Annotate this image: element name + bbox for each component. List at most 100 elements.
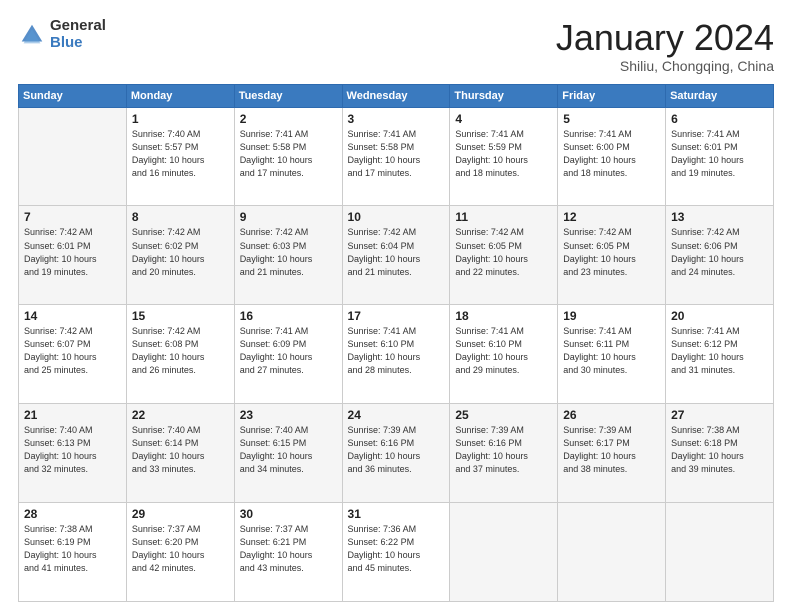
calendar-cell: 26 Sunrise: 7:39 AM Sunset: 6:17 PM Dayli… — [558, 404, 666, 503]
calendar-header-row: SundayMondayTuesdayWednesdayThursdayFrid… — [19, 84, 774, 107]
day-info: Sunrise: 7:37 AM Sunset: 6:20 PM Dayligh… — [132, 523, 229, 575]
day-info: Sunrise: 7:41 AM Sunset: 5:58 PM Dayligh… — [240, 128, 337, 180]
day-number: 14 — [24, 309, 121, 323]
calendar-cell: 17 Sunrise: 7:41 AM Sunset: 6:10 PM Dayli… — [342, 305, 450, 404]
calendar-cell — [558, 503, 666, 602]
day-number: 29 — [132, 507, 229, 521]
calendar-cell: 7 Sunrise: 7:42 AM Sunset: 6:01 PM Daylig… — [19, 206, 127, 305]
day-number: 8 — [132, 210, 229, 224]
calendar-table: SundayMondayTuesdayWednesdayThursdayFrid… — [18, 84, 774, 602]
day-number: 18 — [455, 309, 552, 323]
day-info: Sunrise: 7:40 AM Sunset: 6:14 PM Dayligh… — [132, 424, 229, 476]
calendar-header-wednesday: Wednesday — [342, 84, 450, 107]
day-number: 19 — [563, 309, 660, 323]
logo-text: General Blue — [50, 18, 106, 51]
calendar-cell — [666, 503, 774, 602]
day-number: 26 — [563, 408, 660, 422]
week-row-2: 7 Sunrise: 7:42 AM Sunset: 6:01 PM Daylig… — [19, 206, 774, 305]
day-number: 31 — [348, 507, 445, 521]
day-info: Sunrise: 7:42 AM Sunset: 6:06 PM Dayligh… — [671, 226, 768, 278]
day-number: 25 — [455, 408, 552, 422]
day-number: 5 — [563, 112, 660, 126]
logo-general: General — [50, 18, 106, 35]
day-number: 20 — [671, 309, 768, 323]
calendar-cell: 28Sunrise: 7:38 AM Sunset: 6:19 PM Dayli… — [19, 503, 127, 602]
day-number: 21 — [24, 408, 121, 422]
calendar-cell: 2 Sunrise: 7:41 AM Sunset: 5:58 PM Daylig… — [234, 107, 342, 206]
day-info: Sunrise: 7:40 AM Sunset: 6:13 PM Dayligh… — [24, 424, 121, 476]
title-month: January 2024 — [556, 18, 774, 58]
day-number: 7 — [24, 210, 121, 224]
page: General Blue January 2024 Shiliu, Chongq… — [0, 0, 792, 612]
day-info: Sunrise: 7:42 AM Sunset: 6:04 PM Dayligh… — [348, 226, 445, 278]
day-number: 6 — [671, 112, 768, 126]
day-info: Sunrise: 7:36 AM Sunset: 6:22 PM Dayligh… — [348, 523, 445, 575]
day-info: Sunrise: 7:41 AM Sunset: 6:01 PM Dayligh… — [671, 128, 768, 180]
day-number: 12 — [563, 210, 660, 224]
day-info: Sunrise: 7:40 AM Sunset: 6:15 PM Dayligh… — [240, 424, 337, 476]
day-number: 10 — [348, 210, 445, 224]
calendar-cell: 31 Sunrise: 7:36 AM Sunset: 6:22 PM Dayli… — [342, 503, 450, 602]
day-info: Sunrise: 7:41 AM Sunset: 5:58 PM Dayligh… — [348, 128, 445, 180]
day-info: Sunrise: 7:41 AM Sunset: 6:12 PM Dayligh… — [671, 325, 768, 377]
calendar-cell: 12 Sunrise: 7:42 AM Sunset: 6:05 PM Dayli… — [558, 206, 666, 305]
calendar-cell: 15 Sunrise: 7:42 AM Sunset: 6:08 PM Dayli… — [126, 305, 234, 404]
calendar-cell: 10 Sunrise: 7:42 AM Sunset: 6:04 PM Dayli… — [342, 206, 450, 305]
calendar-cell: 3Sunrise: 7:41 AM Sunset: 5:58 PM Daylig… — [342, 107, 450, 206]
logo-icon — [18, 21, 46, 49]
calendar-cell: 25 Sunrise: 7:39 AM Sunset: 6:16 PM Dayli… — [450, 404, 558, 503]
calendar-cell — [450, 503, 558, 602]
logo: General Blue — [18, 18, 106, 51]
day-number: 11 — [455, 210, 552, 224]
day-info: Sunrise: 7:41 AM Sunset: 6:09 PM Dayligh… — [240, 325, 337, 377]
day-info: Sunrise: 7:40 AM Sunset: 5:57 PM Dayligh… — [132, 128, 229, 180]
day-number: 27 — [671, 408, 768, 422]
calendar-cell: 23Sunrise: 7:40 AM Sunset: 6:15 PM Dayli… — [234, 404, 342, 503]
day-info: Sunrise: 7:42 AM Sunset: 6:07 PM Dayligh… — [24, 325, 121, 377]
header: General Blue January 2024 Shiliu, Chongq… — [18, 18, 774, 74]
calendar-cell: 14 Sunrise: 7:42 AM Sunset: 6:07 PM Dayli… — [19, 305, 127, 404]
day-info: Sunrise: 7:41 AM Sunset: 6:10 PM Dayligh… — [348, 325, 445, 377]
calendar-cell: 16Sunrise: 7:41 AM Sunset: 6:09 PM Dayli… — [234, 305, 342, 404]
day-number: 22 — [132, 408, 229, 422]
day-info: Sunrise: 7:42 AM Sunset: 6:02 PM Dayligh… — [132, 226, 229, 278]
calendar-cell: 21 Sunrise: 7:40 AM Sunset: 6:13 PM Dayli… — [19, 404, 127, 503]
title-location: Shiliu, Chongqing, China — [556, 58, 774, 74]
week-row-1: 1 Sunrise: 7:40 AM Sunset: 5:57 PM Daylig… — [19, 107, 774, 206]
calendar-cell: 4 Sunrise: 7:41 AM Sunset: 5:59 PM Daylig… — [450, 107, 558, 206]
day-number: 4 — [455, 112, 552, 126]
day-info: Sunrise: 7:37 AM Sunset: 6:21 PM Dayligh… — [240, 523, 337, 575]
calendar-cell: 13Sunrise: 7:42 AM Sunset: 6:06 PM Dayli… — [666, 206, 774, 305]
day-number: 9 — [240, 210, 337, 224]
calendar-cell: 1 Sunrise: 7:40 AM Sunset: 5:57 PM Daylig… — [126, 107, 234, 206]
day-info: Sunrise: 7:41 AM Sunset: 6:00 PM Dayligh… — [563, 128, 660, 180]
day-number: 30 — [240, 507, 337, 521]
calendar-cell: 22 Sunrise: 7:40 AM Sunset: 6:14 PM Dayli… — [126, 404, 234, 503]
day-number: 15 — [132, 309, 229, 323]
calendar-cell: 11Sunrise: 7:42 AM Sunset: 6:05 PM Dayli… — [450, 206, 558, 305]
day-info: Sunrise: 7:38 AM Sunset: 6:18 PM Dayligh… — [671, 424, 768, 476]
day-info: Sunrise: 7:39 AM Sunset: 6:17 PM Dayligh… — [563, 424, 660, 476]
calendar-header-sunday: Sunday — [19, 84, 127, 107]
calendar-header-thursday: Thursday — [450, 84, 558, 107]
day-number: 1 — [132, 112, 229, 126]
day-info: Sunrise: 7:42 AM Sunset: 6:03 PM Dayligh… — [240, 226, 337, 278]
day-number: 17 — [348, 309, 445, 323]
day-number: 2 — [240, 112, 337, 126]
calendar-header-friday: Friday — [558, 84, 666, 107]
day-number: 24 — [348, 408, 445, 422]
calendar-cell: 5 Sunrise: 7:41 AM Sunset: 6:00 PM Daylig… — [558, 107, 666, 206]
day-info: Sunrise: 7:42 AM Sunset: 6:08 PM Dayligh… — [132, 325, 229, 377]
day-number: 28 — [24, 507, 121, 521]
day-info: Sunrise: 7:42 AM Sunset: 6:01 PM Dayligh… — [24, 226, 121, 278]
day-info: Sunrise: 7:42 AM Sunset: 6:05 PM Dayligh… — [563, 226, 660, 278]
calendar-cell — [19, 107, 127, 206]
calendar-cell: 29 Sunrise: 7:37 AM Sunset: 6:20 PM Dayli… — [126, 503, 234, 602]
day-info: Sunrise: 7:41 AM Sunset: 6:11 PM Dayligh… — [563, 325, 660, 377]
day-info: Sunrise: 7:41 AM Sunset: 5:59 PM Dayligh… — [455, 128, 552, 180]
calendar-header-saturday: Saturday — [666, 84, 774, 107]
week-row-3: 14 Sunrise: 7:42 AM Sunset: 6:07 PM Dayli… — [19, 305, 774, 404]
calendar-cell: 24Sunrise: 7:39 AM Sunset: 6:16 PM Dayli… — [342, 404, 450, 503]
calendar-cell: 20 Sunrise: 7:41 AM Sunset: 6:12 PM Dayli… — [666, 305, 774, 404]
day-info: Sunrise: 7:39 AM Sunset: 6:16 PM Dayligh… — [455, 424, 552, 476]
